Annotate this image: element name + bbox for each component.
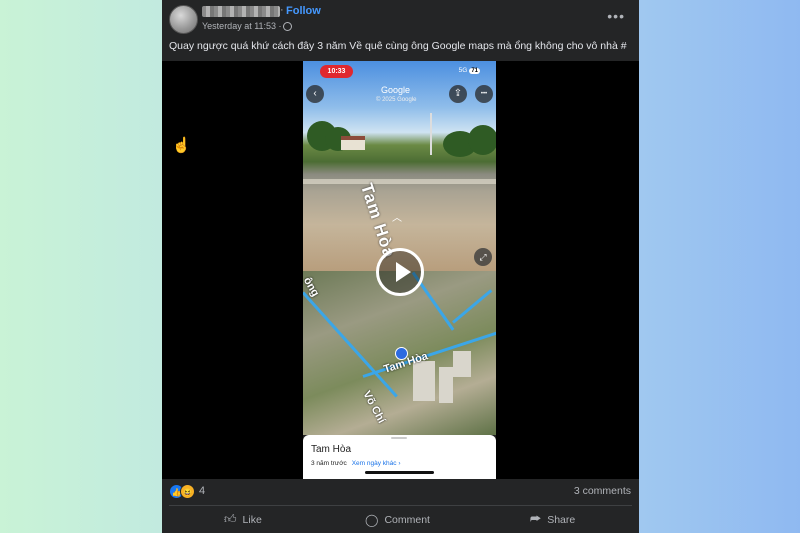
haha-reaction-icon: 😆 bbox=[180, 484, 195, 499]
like-button[interactable]: 👍︎ Like bbox=[224, 511, 262, 528]
author-avatar[interactable] bbox=[169, 5, 198, 34]
status-time: 10:33 bbox=[320, 65, 353, 78]
follow-button[interactable]: Follow bbox=[286, 5, 321, 17]
share-label: Share bbox=[547, 513, 576, 526]
house-image bbox=[341, 136, 365, 150]
back-icon: ‹ bbox=[306, 85, 324, 103]
reaction-count: 4 bbox=[199, 485, 206, 497]
google-label: Google bbox=[381, 85, 411, 95]
comment-button[interactable]: ◯ Comment bbox=[365, 511, 430, 528]
chevron-up-icon: ︿ bbox=[392, 213, 402, 224]
globe-icon bbox=[283, 22, 292, 31]
card-drag-handle bbox=[391, 437, 407, 439]
place-name: Tam Hòa bbox=[311, 444, 352, 455]
follow-separator: · bbox=[280, 4, 284, 16]
divider bbox=[169, 505, 632, 506]
play-button[interactable] bbox=[376, 248, 424, 296]
more-icon: ••• bbox=[475, 85, 493, 103]
share-arrow-icon: ⮫ bbox=[530, 512, 542, 526]
place-date-text: 3 năm trước bbox=[311, 460, 347, 467]
share-button[interactable]: ⮫ Share bbox=[530, 511, 575, 528]
post-timestamp[interactable]: Yesterday at 11:53 · bbox=[202, 21, 282, 31]
home-indicator bbox=[365, 471, 434, 474]
location-pin-icon bbox=[395, 347, 408, 360]
comment-bubble-icon: ◯ bbox=[365, 512, 379, 527]
comment-label: Comment bbox=[384, 513, 430, 526]
video-player[interactable]: Tam Hòa ︿ 10:33 5G 71 ‹ Google © 2025 Goo… bbox=[162, 61, 639, 479]
google-copyright: © 2025 Google bbox=[376, 97, 417, 103]
status-indicators: 5G 71 bbox=[459, 67, 480, 74]
play-icon bbox=[396, 262, 411, 282]
place-card: Tam Hòa 3 năm trước Xem ngày khác › bbox=[303, 435, 496, 479]
place-date: 3 năm trước Xem ngày khác › bbox=[311, 460, 401, 467]
signal-label: 5G bbox=[458, 67, 468, 74]
post-header: · Follow Yesterday at 11:53 · ••• bbox=[162, 0, 639, 40]
see-other-dates-link: Xem ngày khác › bbox=[351, 460, 401, 467]
hand-cursor-icon: ☝ bbox=[172, 137, 191, 154]
share-icon: ⇪ bbox=[449, 85, 467, 103]
like-label: Like bbox=[242, 513, 262, 526]
comments-count-link[interactable]: 3 comments bbox=[574, 485, 631, 497]
facebook-post: · Follow Yesterday at 11:53 · ••• Quay n… bbox=[162, 0, 639, 533]
post-caption: Quay ngược quá khứ cách đây 3 năm Về quê… bbox=[169, 40, 627, 52]
battery-icon: 71 bbox=[469, 68, 480, 74]
thumbs-up-icon: 👍︎ bbox=[224, 512, 237, 526]
expand-icon: ⤢ bbox=[474, 248, 492, 266]
more-options-icon[interactable]: ••• bbox=[607, 8, 625, 24]
author-name-redacted[interactable] bbox=[202, 6, 280, 17]
utility-pole bbox=[430, 113, 432, 155]
map-road-label-vo-chi: Võ Chí bbox=[360, 389, 388, 426]
